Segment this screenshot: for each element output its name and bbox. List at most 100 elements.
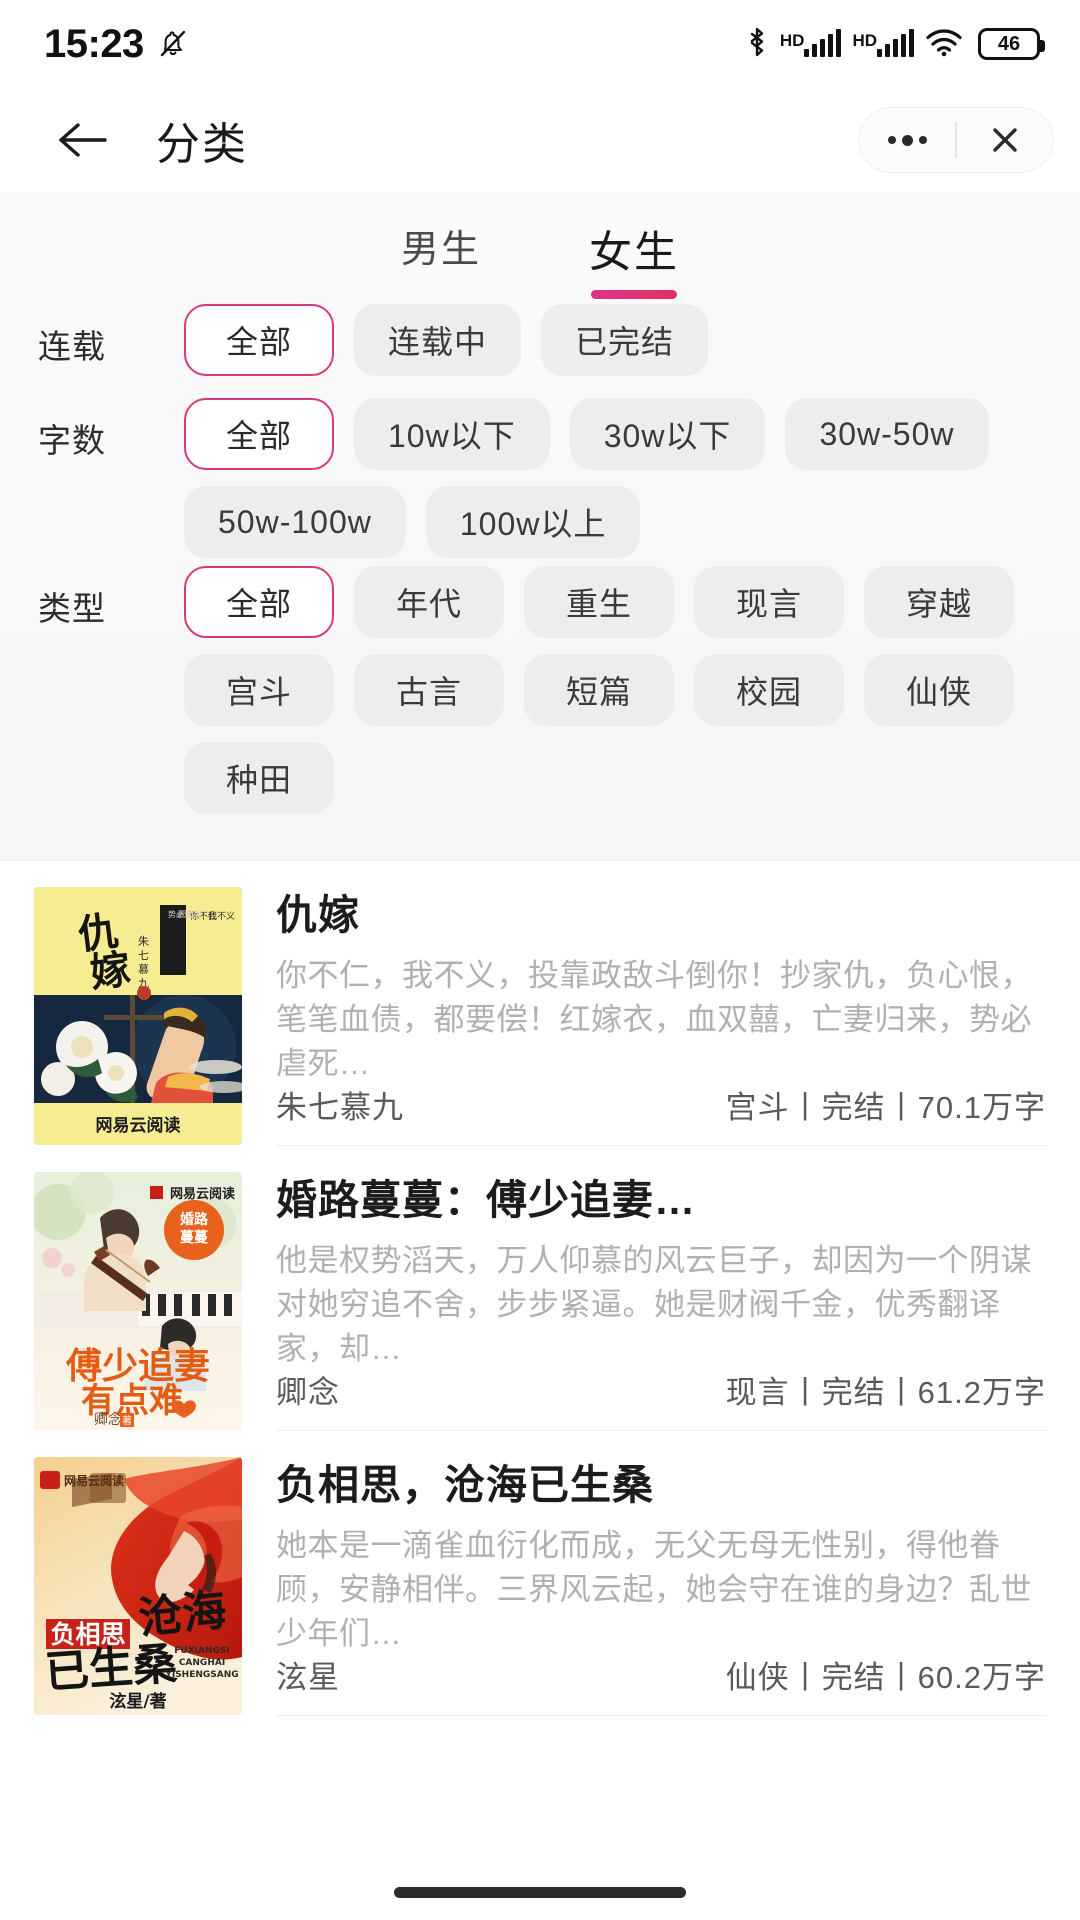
status-bar-left: 15:23 (44, 22, 190, 67)
svg-text:七: 七 (138, 949, 149, 962)
book-meta: 泫星 仙侠丨完结丨60.2万字 (276, 1652, 1046, 1711)
wifi-icon (925, 27, 963, 62)
chip-genre-chuanyue[interactable]: 穿越 (864, 566, 1014, 638)
chip-genre-gongdou[interactable]: 宫斗 (184, 654, 334, 726)
chip-genre-duanpian[interactable]: 短篇 (524, 654, 674, 726)
signal-bars-2 (877, 31, 914, 57)
bell-mute-icon (156, 27, 190, 61)
chip-wordcount-under30w[interactable]: 30w以下 (570, 398, 766, 470)
book-info: 仇嫁 你不仁，我不义，投靠政敌斗倒你！抄家仇，负心恨，笔笔血债，都要偿！红嫁衣，… (276, 887, 1046, 1146)
close-button[interactable] (957, 108, 1053, 172)
arrow-left-icon (54, 117, 112, 163)
svg-text:CANGHAI: CANGHAI (179, 1658, 225, 1668)
svg-text:已生桑: 已生桑 (43, 1638, 178, 1698)
book-info: 婚路蔓蔓：傅少追妻… 他是权势滔天，万人仰慕的风云巨子，却因为一个阴谋对她穷追不… (276, 1172, 1046, 1431)
status-bar-right: HD HD 46 (745, 25, 1040, 64)
page-title: 分类 (156, 108, 248, 172)
svg-text:蔓蔓: 蔓蔓 (180, 1229, 209, 1246)
tab-female-label: 女生 (589, 218, 679, 280)
home-indicator (0, 1864, 1080, 1920)
book-tags: 仙侠丨完结丨60.2万字 (726, 1652, 1046, 1697)
svg-text:YISHENGSANG: YISHENGSANG (164, 1670, 238, 1680)
signal-1: HD (780, 31, 842, 57)
hd-label-2: HD (852, 32, 877, 49)
mini-program-capsule (858, 107, 1054, 173)
filter-chips-serialization: 全部 连载中 已完结 (184, 304, 1080, 376)
book-description: 你不仁，我不义，投靠政敌斗倒你！抄家仇，负心恨，笔笔血债，都要偿！红嫁衣，血双囍… (276, 954, 1046, 1082)
chip-genre-xianyan[interactable]: 现言 (694, 566, 844, 638)
svg-text:沧海: 沧海 (136, 1585, 229, 1645)
tab-female[interactable]: 女生 (589, 218, 679, 299)
filter-label-genre: 类型 (34, 566, 184, 652)
chip-serialization-completed[interactable]: 已完结 (541, 304, 708, 376)
status-bar: 15:23 HD HD (0, 0, 1080, 88)
chip-wordcount-over100w[interactable]: 100w以上 (426, 486, 641, 558)
tab-male[interactable]: 男生 (401, 218, 481, 273)
filter-panel: 男生 女生 连载 全部 连载中 已完结 字数 全部 10w以下 30w以下 30… (0, 192, 1080, 860)
svg-text:朱: 朱 (138, 935, 149, 948)
phone-screen: 15:23 HD HD (0, 0, 1080, 1920)
book-list-item[interactable]: 婚路 蔓蔓 网易云阅读 傅少追妻 有点难 卿念 著 婚路蔓蔓：傅少追妻… 他是权… (0, 1146, 1080, 1431)
svg-text:慕: 慕 (138, 962, 149, 976)
svg-text:我不义: 我不义 (208, 911, 235, 922)
hd-label-1: HD (780, 32, 805, 49)
chip-genre-chongsheng[interactable]: 重生 (524, 566, 674, 638)
book-title: 负相思，沧海已生桑 (276, 1457, 1046, 1512)
book-description: 他是权势滔天，万人仰慕的风云巨子，却因为一个阴谋对她穷追不舍，步步紧逼。她是财阀… (276, 1239, 1046, 1367)
book-author: 朱七慕九 (276, 1082, 404, 1127)
filter-chips-wordcount: 全部 10w以下 30w以下 30w-50w 50w-100w 100w以上 (184, 398, 1080, 558)
book-tags: 现言丨完结丨61.2万字 (726, 1367, 1046, 1412)
battery-indicator: 46 (978, 28, 1040, 60)
chip-wordcount-50w-100w[interactable]: 50w-100w (184, 486, 406, 558)
chip-genre-xiaoyuan[interactable]: 校园 (694, 654, 844, 726)
more-dots-icon (888, 135, 927, 146)
book-title: 婚路蔓蔓：傅少追妻… (276, 1172, 1046, 1227)
back-button[interactable] (48, 105, 118, 175)
book-list-item[interactable]: 网易云阅读 负相思 沧海 已生桑 FUXIANGSI CANGHAI YISHE… (0, 1431, 1080, 1716)
book-author: 卿念 (276, 1367, 340, 1412)
chip-serialization-all[interactable]: 全部 (184, 304, 334, 376)
status-time: 15:23 (44, 22, 144, 67)
filter-label-wordcount: 字数 (34, 398, 184, 484)
gender-tabs: 男生 女生 (0, 192, 1080, 304)
chip-wordcount-all[interactable]: 全部 (184, 398, 334, 470)
svg-text:网易云阅读: 网易云阅读 (96, 1115, 181, 1136)
book-title: 仇嫁 (276, 887, 1046, 942)
signal-2: HD (852, 31, 914, 57)
more-button[interactable] (859, 108, 955, 172)
filter-row-genre: 类型 全部 年代 重生 现言 穿越 宫斗 古言 短篇 校园 仙侠 种田 (0, 566, 1080, 814)
chip-genre-zhongtian[interactable]: 种田 (184, 742, 334, 814)
svg-text:死渣男: 死渣男 (178, 909, 202, 919)
chip-wordcount-under10w[interactable]: 10w以下 (354, 398, 550, 470)
chip-genre-xianxia[interactable]: 仙侠 (864, 654, 1014, 726)
close-icon (988, 123, 1022, 157)
svg-text:嫁: 嫁 (87, 945, 132, 997)
bluetooth-icon (745, 25, 769, 64)
chip-genre-niandai[interactable]: 年代 (354, 566, 504, 638)
chip-genre-guyan[interactable]: 古言 (354, 654, 504, 726)
book-cover-image: 婚路 蔓蔓 网易云阅读 傅少追妻 有点难 卿念 著 (34, 1172, 242, 1430)
book-cover-image: 仇 嫁 朱 七 慕 九 你不仁 我不义 势必虐 死渣男 网易云阅读 (34, 887, 242, 1145)
book-author: 泫星 (276, 1652, 340, 1697)
book-list-item[interactable]: 仇 嫁 朱 七 慕 九 你不仁 我不义 势必虐 死渣男 网易云阅读 仇嫁 你不仁… (0, 861, 1080, 1146)
book-meta: 朱七慕九 宫斗丨完结丨70.1万字 (276, 1082, 1046, 1141)
signal-bars-1 (804, 31, 841, 57)
book-tags: 宫斗丨完结丨70.1万字 (726, 1082, 1046, 1127)
svg-text:著: 著 (122, 1414, 132, 1427)
book-description: 她本是一滴雀血衍化而成，无父无母无性别，得他眷顾，安静相伴。三界风云起，她会守在… (276, 1524, 1046, 1652)
svg-text:婚路: 婚路 (180, 1211, 209, 1228)
book-info: 负相思，沧海已生桑 她本是一滴雀血衍化而成，无父无母无性别，得他眷顾，安静相伴。… (276, 1457, 1046, 1716)
chip-genre-all[interactable]: 全部 (184, 566, 334, 638)
svg-text:泫星/著: 泫星/著 (109, 1691, 166, 1712)
filter-label-serialization: 连载 (34, 304, 184, 390)
book-cover-image: 网易云阅读 负相思 沧海 已生桑 FUXIANGSI CANGHAI YISHE… (34, 1457, 242, 1715)
filter-chips-genre: 全部 年代 重生 现言 穿越 宫斗 古言 短篇 校园 仙侠 种田 (184, 566, 1080, 814)
battery-level: 46 (998, 34, 1020, 54)
chip-wordcount-30w-50w[interactable]: 30w-50w (785, 398, 988, 470)
chip-serialization-ongoing[interactable]: 连载中 (354, 304, 521, 376)
svg-text:卿念: 卿念 (94, 1411, 122, 1428)
book-meta: 卿念 现言丨完结丨61.2万字 (276, 1367, 1046, 1426)
tab-active-underline (591, 290, 677, 299)
svg-text:网易云阅读: 网易云阅读 (170, 1186, 235, 1202)
home-indicator-bar[interactable] (394, 1887, 686, 1898)
